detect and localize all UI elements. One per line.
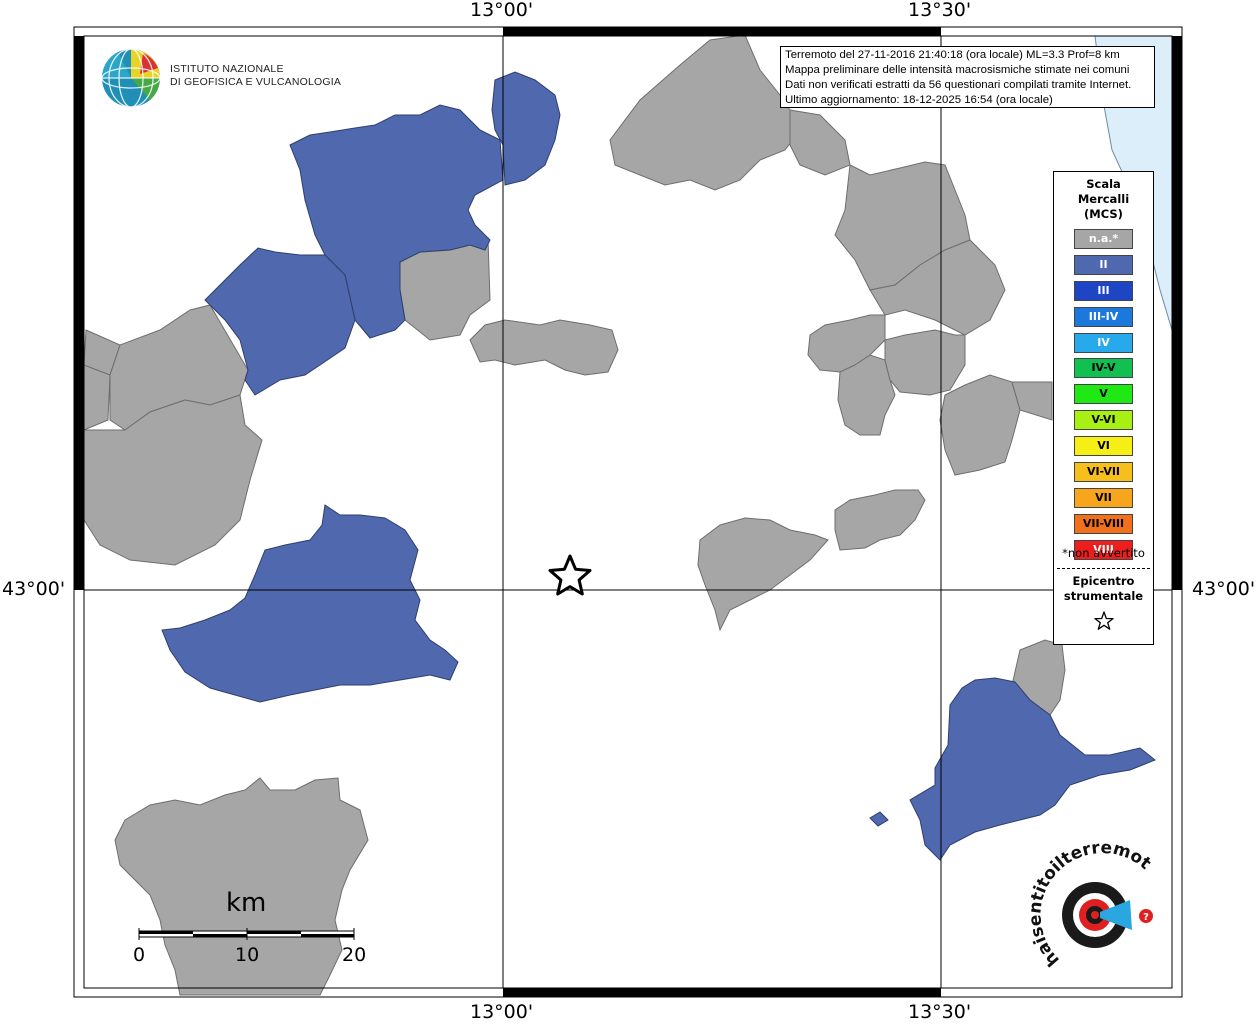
legend-swatch: VII (1074, 487, 1133, 508)
svg-text:?: ? (1143, 912, 1149, 923)
legend-swatch: II (1074, 254, 1133, 275)
lon-label-top-left: 13°00' (470, 0, 534, 21)
event-info-line4: Ultimo aggiornamento: 18-12-2025 16:54 (… (785, 94, 1053, 106)
scale-tick-10: 10 (235, 944, 260, 966)
legend-title-line3: (MCS) (1084, 207, 1123, 221)
legend-title-line2: Mercalli (1077, 192, 1130, 206)
legend-epicenter-title: Epicentro strumentale (1054, 574, 1153, 604)
scale-tick-0: 0 (133, 944, 146, 966)
legend-swatch: V (1074, 384, 1133, 405)
epicenter-star (548, 554, 592, 596)
legend-title-line1: Scala (1086, 177, 1121, 191)
legend-epicenter-line2: strumentale (1063, 589, 1144, 603)
ingv-logo-icon (101, 48, 161, 108)
event-info-box: Terremoto del 27-11-2016 21:40:18 (ora l… (780, 46, 1155, 108)
scale-unit: km (226, 888, 267, 918)
legend-swatch: IV-V (1074, 358, 1133, 379)
event-info-line2: Mappa preliminare delle intensità macros… (785, 64, 1130, 76)
legend-swatch: VI (1074, 436, 1133, 457)
legend-swatch: V-VI (1074, 410, 1133, 431)
event-info-line1: Terremoto del 27-11-2016 21:40:18 (ora l… (785, 49, 1120, 61)
legend-title: Scala Mercalli (MCS) (1054, 177, 1153, 222)
scale-tick-20: 20 (342, 944, 367, 966)
lon-label-top-right: 13°30' (908, 0, 972, 21)
legend-not-felt-note: *non avvertito (1062, 546, 1145, 560)
legend-swatch: III (1074, 280, 1133, 301)
legend-swatch: VI-VII (1074, 462, 1133, 483)
institute-name-line1: ISTITUTO NAZIONALE (170, 63, 284, 75)
municipalities-na (83, 34, 1066, 996)
legend-swatch: IV (1074, 332, 1133, 353)
lat-label-right: 43°00' (1192, 578, 1256, 600)
lon-label-bottom-left: 13°00' (470, 1001, 534, 1023)
legend-swatch: III-IV (1074, 306, 1133, 327)
lat-label-left: 43°00' (2, 578, 66, 600)
institute-name: ISTITUTO NAZIONALE DI GEOFISICA E VULCAN… (170, 63, 341, 89)
legend-swatch: VII-VIII (1074, 513, 1133, 534)
legend-star-icon (1094, 611, 1114, 630)
legend-swatch: n.a.* (1074, 229, 1133, 249)
intensity-legend: Scala Mercalli (MCS) n.a.* II III III-IV IV I… (1053, 171, 1154, 645)
legend-swatches: n.a.* II III III-IV IV IV-V V V-VI VI VI-VII VII VI… (1074, 229, 1133, 566)
event-info-line3: Dati non verificati estratti da 56 quest… (785, 79, 1132, 91)
legend-epicenter-line1: Epicentro (1072, 574, 1135, 588)
institute-name-line2: DI GEOFISICA E VULCANOLOGIA (170, 76, 342, 88)
legend-separator (1057, 568, 1150, 569)
lon-label-bottom-right: 13°30' (908, 1001, 972, 1023)
municipalities-intensity-II (161, 71, 1156, 861)
